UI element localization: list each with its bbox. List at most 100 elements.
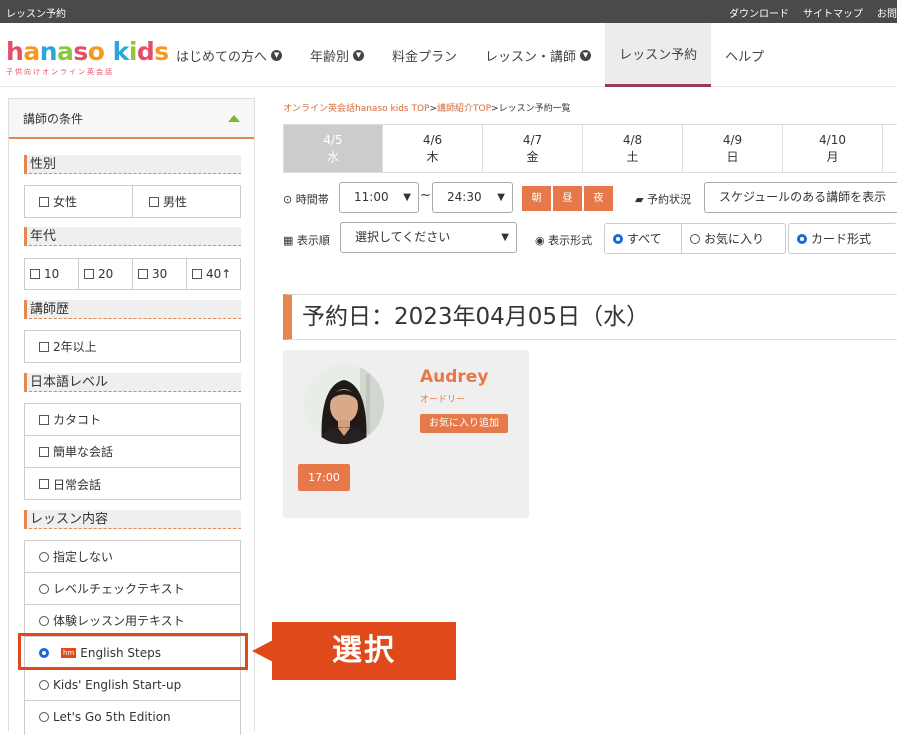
japanese-simple-checkbox[interactable]: 簡単な会話 [25, 436, 240, 468]
option-label: 30 [152, 267, 168, 281]
time-slot-button[interactable]: 17:00 [298, 464, 350, 491]
date-tab-4[interactable]: 4/9 日 [683, 124, 783, 173]
career-2years-checkbox[interactable]: 2年以上 [25, 331, 240, 362]
date-tab-5[interactable]: 4/10 月 [783, 124, 883, 173]
age-40-checkbox[interactable]: 40↑ [187, 259, 231, 289]
download-link[interactable]: ダウンロード [729, 5, 789, 20]
display-format-label: ◉ 表示形式 [535, 232, 592, 248]
chevron-down-icon: ▼ [501, 232, 509, 243]
lesson-startup-radio[interactable]: Kids' English Start-up [25, 669, 240, 701]
radio-icon [39, 679, 49, 690]
radio-icon [39, 615, 49, 626]
japanese-daily-checkbox[interactable]: 日常会話 [25, 468, 240, 500]
day-label: 土 [626, 150, 639, 164]
nav-item-booking[interactable]: レッスン予約 [605, 23, 712, 87]
option-label: Let's Go 5th Edition [53, 710, 171, 724]
nav-item-pricing[interactable]: 料金プラン [378, 23, 471, 87]
filter-panel-header[interactable]: 講師の条件 [9, 99, 254, 139]
logo-letter [104, 37, 112, 66]
select-callout: 選択 [272, 622, 456, 680]
option-label: 20 [98, 267, 114, 281]
morning-button[interactable]: 朝 [522, 186, 551, 211]
date-tab-1[interactable]: 4/6 木 [383, 124, 483, 173]
main-nav: はじめての方へ ▼ 年齢別 ▼ 料金プラン レッスン・講師 ▼ レッスン予約 ヘルプ [162, 23, 778, 87]
callout-arrow-icon [252, 640, 273, 662]
breadcrumb-sep: > [429, 104, 438, 114]
logo-letter: s [73, 37, 88, 66]
nav-label: レッスン・講師 [485, 49, 577, 65]
teacher-avatar[interactable] [304, 364, 384, 444]
selection-highlight-box [18, 633, 248, 670]
radio-icon [39, 712, 49, 722]
gender-male-checkbox[interactable]: 男性 [133, 186, 187, 217]
age-section-title: 年代 [24, 227, 241, 246]
nav-item-lessons-teachers[interactable]: レッスン・講師 ▼ [471, 23, 605, 87]
time-from-select[interactable]: 11:00 ▼ [339, 182, 419, 213]
noon-button[interactable]: 昼 [553, 186, 582, 211]
view-card-label: カード形式 [811, 232, 872, 246]
logo-letter: k [112, 37, 130, 66]
add-favorite-button[interactable]: お気に入り追加 [420, 414, 508, 433]
career-section-title: 講師歴 [24, 300, 241, 319]
day-label: 金 [526, 150, 539, 164]
option-label: Kids' English Start-up [53, 677, 182, 692]
night-button[interactable]: 夜 [584, 186, 613, 211]
gender-female-checkbox[interactable]: 女性 [25, 186, 133, 217]
logo-letter: a [23, 37, 40, 66]
chevron-down-icon: ▼ [497, 192, 505, 203]
checkbox-icon [39, 341, 49, 352]
teacher-name[interactable]: Audrey [420, 367, 488, 387]
sitemap-link[interactable]: サイトマップ [803, 5, 863, 20]
radio-icon [39, 583, 49, 594]
chevron-down-icon: ▼ [403, 192, 411, 203]
time-tilde: ~ [420, 188, 431, 203]
filter-toggle-group: すべて お気に入り [604, 223, 786, 254]
lesson-levelcheck-radio[interactable]: レベルチェックテキスト [25, 573, 240, 605]
logo-wordmark: hanaso kids [6, 38, 169, 66]
sort-order-select[interactable]: 選択してください ▼ [340, 222, 517, 253]
time-to-select[interactable]: 24:30 ▼ [432, 182, 513, 213]
teacher-photo [304, 364, 384, 444]
checkbox-icon [192, 269, 202, 279]
top-bar: レッスン予約 ダウンロード サイトマップ お問 [0, 0, 897, 23]
japanese-katakoto-checkbox[interactable]: カタコト [25, 404, 240, 436]
clock-icon: ⊙ [283, 193, 293, 206]
date-tab-0[interactable]: 4/5 水 [283, 124, 383, 173]
lesson-letsgo-radio[interactable]: Let's Go 5th Edition [25, 701, 240, 733]
sort-order-label: ▦ 表示順 [283, 232, 330, 248]
breadcrumb-link-teachers[interactable]: 講師紹介TOP [437, 104, 491, 114]
breadcrumb-link-top[interactable]: オンライン英会話hanaso kids TOP [283, 104, 429, 114]
gender-options: 女性 男性 [24, 185, 241, 218]
nav-item-beginners[interactable]: はじめての方へ ▼ [162, 23, 296, 87]
date-tab-2[interactable]: 4/7 金 [483, 124, 583, 173]
nav-item-age[interactable]: 年齢別 ▼ [296, 23, 378, 87]
logo-letter: i [128, 37, 138, 66]
collapse-up-icon[interactable] [228, 114, 240, 122]
checkbox-icon [149, 196, 159, 207]
contact-link[interactable]: お問 [877, 5, 897, 20]
booking-status-select[interactable]: スケジュールのある講師を表示 [704, 182, 897, 213]
option-label: レベルチェックテキスト [53, 582, 185, 596]
status-label-text: 予約状況 [646, 193, 691, 206]
filter-all-radio[interactable]: すべて [604, 223, 682, 254]
teacher-card: Audrey オードリー お気に入り追加 17:00 [283, 350, 529, 518]
age-20-checkbox[interactable]: 20 [79, 259, 133, 289]
logo-letter: n [39, 37, 58, 66]
age-10-checkbox[interactable]: 10 [25, 259, 79, 289]
filter-favorites-radio[interactable]: お気に入り [682, 223, 786, 254]
view-card-radio[interactable]: カード形式 [788, 223, 897, 254]
date-tab-3[interactable]: 4/8 土 [583, 124, 683, 173]
nav-item-help[interactable]: ヘルプ [711, 23, 778, 87]
age-30-checkbox[interactable]: 30 [133, 259, 187, 289]
checkbox-icon [39, 414, 49, 425]
nav-label: はじめての方へ [176, 49, 268, 65]
nav-label: 年齢別 [310, 49, 350, 65]
date-tab-next[interactable] [883, 124, 897, 173]
lesson-section-title: レッスン内容 [24, 510, 241, 529]
logo-letter: h [6, 37, 24, 66]
lesson-none-radio[interactable]: 指定しない [25, 541, 240, 573]
site-logo[interactable]: hanaso kids 子供向けオンライン英会話 [6, 38, 169, 77]
time-from-value: 11:00 [354, 190, 389, 204]
option-label: 男性 [163, 195, 188, 209]
date-label: 4/7 [522, 133, 543, 147]
